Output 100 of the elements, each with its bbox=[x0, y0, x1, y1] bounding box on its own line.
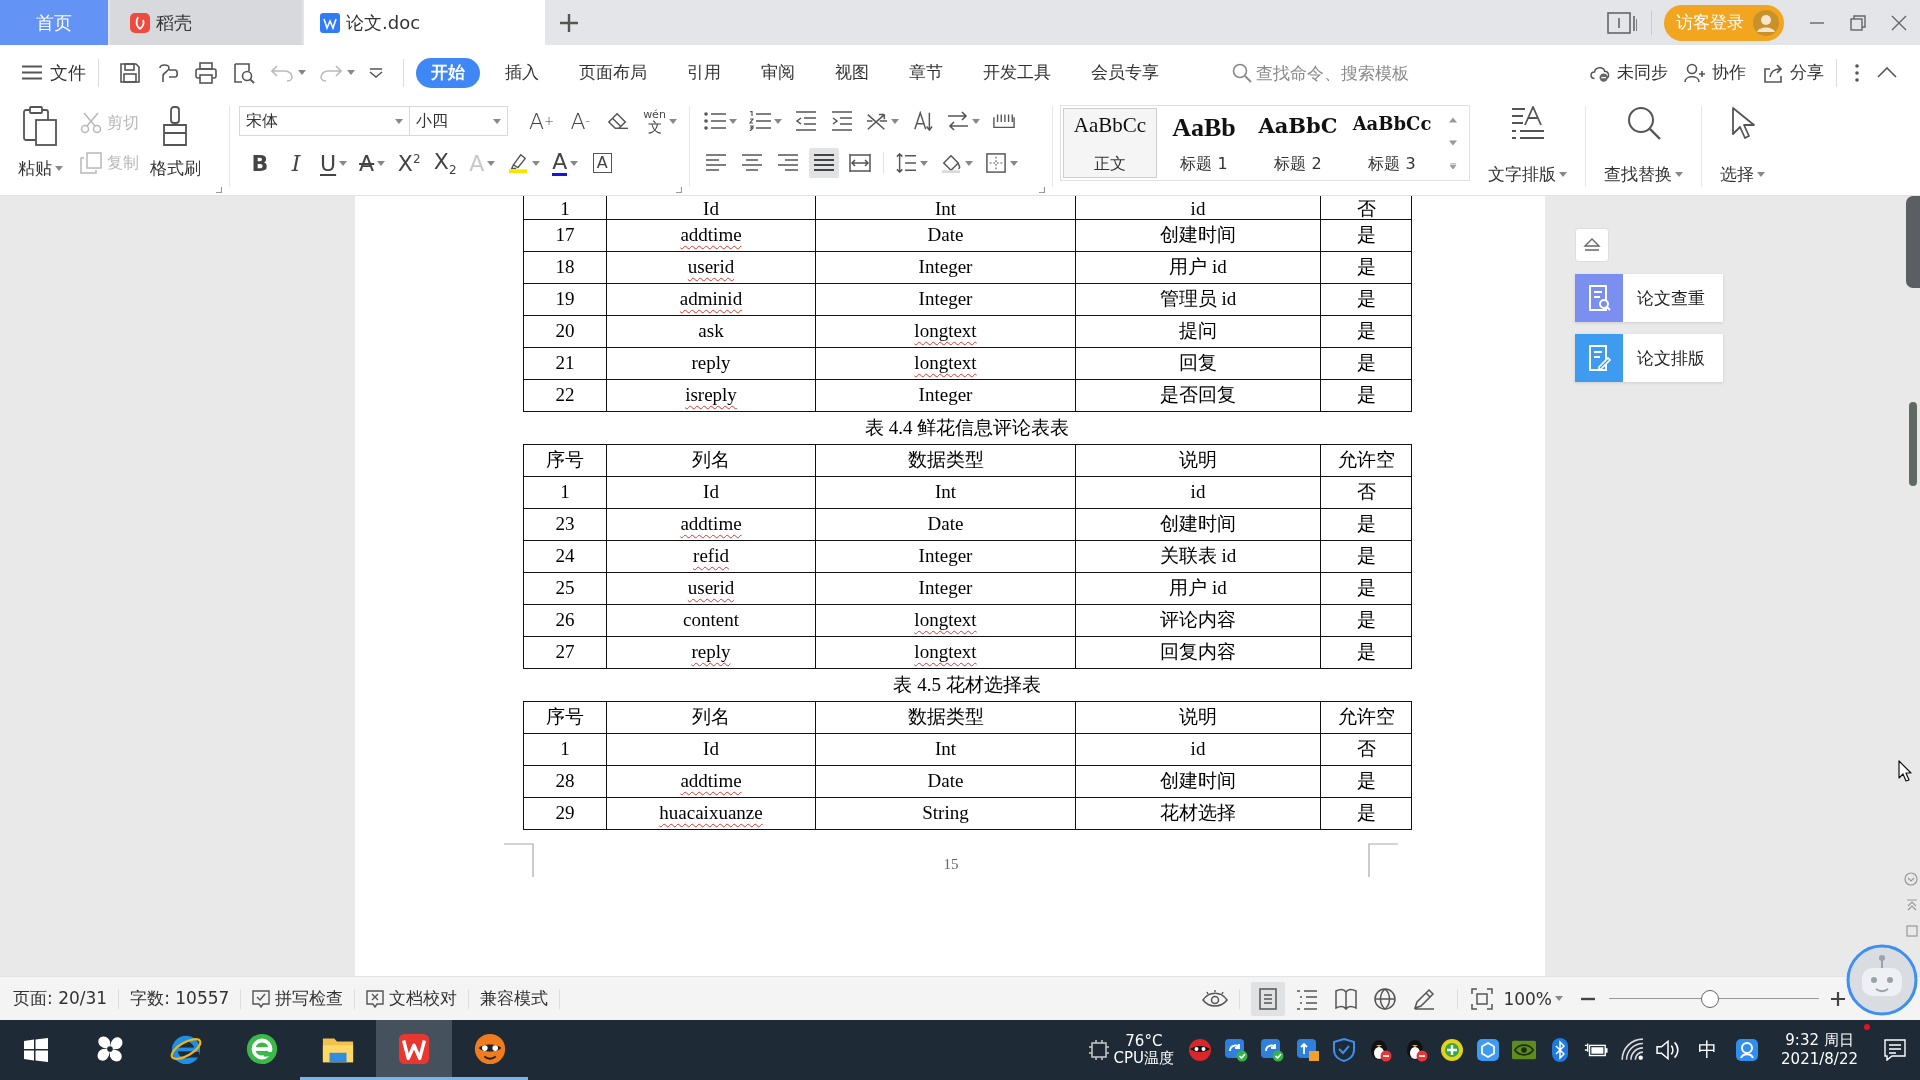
bold-button[interactable]: B bbox=[245, 148, 275, 178]
speaker-icon[interactable] bbox=[1656, 1038, 1681, 1062]
select-button[interactable]: 选择 bbox=[1716, 100, 1769, 194]
restore-icon[interactable] bbox=[1850, 14, 1866, 31]
find-replace-button[interactable]: 查找替换 bbox=[1600, 100, 1687, 194]
ribbon-tab[interactable]: 页面布局 bbox=[564, 57, 662, 88]
copy-icon bbox=[80, 152, 102, 174]
masked-face-icon[interactable] bbox=[1188, 1038, 1213, 1062]
clock-date[interactable]: 2021/8/22 bbox=[1781, 1050, 1858, 1069]
collaborate-button[interactable]: 协作 bbox=[1684, 61, 1746, 84]
hook-icon[interactable] bbox=[157, 61, 179, 84]
command-search-field[interactable]: 查找命令、搜索模板 bbox=[1256, 60, 1446, 85]
text-layout-button[interactable]: 文字排版 bbox=[1484, 100, 1571, 194]
proofread-button[interactable]: 文档校对 bbox=[366, 987, 458, 1010]
paper-layout-button[interactable]: 论文排版 bbox=[1575, 334, 1723, 382]
more-icon[interactable] bbox=[1855, 63, 1859, 82]
taskbar-app[interactable] bbox=[376, 1020, 452, 1080]
browser-icon bbox=[245, 1031, 279, 1066]
eye-icon[interactable] bbox=[1202, 988, 1229, 1009]
italic-button[interactable]: I bbox=[281, 148, 311, 178]
column-header: 说明 bbox=[1075, 701, 1321, 733]
sync-check-icon[interactable] bbox=[1260, 1038, 1285, 1062]
phonetic-guide-button[interactable]: wén 文 bbox=[641, 106, 679, 136]
penguin-icon[interactable] bbox=[1368, 1038, 1393, 1062]
windows-start-icon[interactable] bbox=[24, 1038, 48, 1062]
expand-gallery-icon[interactable] bbox=[1449, 163, 1457, 170]
hexagon-app-icon[interactable] bbox=[1476, 1038, 1501, 1062]
file-menu-button[interactable]: 文件 bbox=[22, 60, 86, 85]
style-option[interactable]: AaBbCc 标题 3 bbox=[1345, 108, 1439, 178]
shield-icon[interactable] bbox=[1332, 1038, 1357, 1062]
underline-button[interactable]: U bbox=[317, 148, 351, 178]
wifi-icon[interactable] bbox=[1620, 1038, 1645, 1062]
notification-icon[interactable] bbox=[1884, 1039, 1906, 1061]
plus-icon[interactable] bbox=[1831, 991, 1845, 1006]
font-name-dropdown[interactable]: 宋体 bbox=[239, 106, 410, 136]
fit-page-icon[interactable] bbox=[1471, 987, 1494, 1010]
ribbon-tab[interactable]: 视图 bbox=[820, 57, 884, 88]
format-painter-button[interactable]: 格式刷 bbox=[149, 104, 201, 186]
expand-corner-icon[interactable] bbox=[1039, 187, 1045, 193]
print-preview-icon[interactable] bbox=[233, 61, 255, 84]
ribbon-tab[interactable]: 开发工具 bbox=[968, 57, 1066, 88]
caret-icon bbox=[729, 118, 737, 124]
ribbon-tab[interactable]: 开始 bbox=[416, 57, 480, 88]
ribbon-tab[interactable]: 插入 bbox=[490, 57, 554, 88]
expand-corner-icon[interactable] bbox=[676, 187, 682, 193]
close-icon[interactable] bbox=[1891, 14, 1907, 31]
shrink-font-button[interactable]: A$^{-}$ bbox=[565, 106, 596, 136]
person-badge-icon[interactable] bbox=[1735, 1038, 1760, 1062]
table-caption: 表 4.4 鲜花信息评论表表 bbox=[863, 415, 1071, 440]
table-cell: 24 bbox=[523, 540, 607, 572]
style-option[interactable]: AaBbC 标题 2 bbox=[1251, 108, 1345, 178]
document-tab[interactable]: 稻壳 bbox=[110, 0, 302, 45]
input-method-indicator[interactable]: 中 bbox=[1698, 1037, 1718, 1063]
plagiarism-check-button[interactable]: 论文查重 bbox=[1575, 274, 1723, 322]
scroll-down-icon[interactable] bbox=[1449, 140, 1457, 146]
sync-button[interactable]: 未同步 bbox=[1589, 61, 1668, 84]
superscript-button[interactable]: X$^{2}$ bbox=[394, 148, 425, 178]
collapse-panel-icon[interactable] bbox=[1575, 228, 1609, 262]
ribbon-tab[interactable]: 会员专享 bbox=[1076, 57, 1174, 88]
style-option[interactable]: AaBb 标题 1 bbox=[1157, 108, 1251, 178]
character-border-button[interactable]: A bbox=[587, 148, 618, 178]
side-panel-handle[interactable] bbox=[1906, 196, 1920, 288]
sync-check-icon[interactable] bbox=[1224, 1038, 1249, 1062]
subscript-button[interactable]: X$_{2}$ bbox=[430, 148, 461, 178]
window-layout-icon[interactable] bbox=[1607, 11, 1637, 34]
upload-icon[interactable] bbox=[1296, 1038, 1321, 1062]
table-cell: 17 bbox=[523, 219, 607, 251]
column-header: 允许空 bbox=[1320, 444, 1412, 476]
expand-corner-icon[interactable] bbox=[216, 187, 222, 193]
print-icon[interactable] bbox=[195, 61, 217, 84]
zoom-level-dropdown[interactable]: 100% bbox=[1503, 988, 1563, 1009]
plus-circle-icon[interactable] bbox=[1440, 1038, 1465, 1062]
slider-thumb[interactable] bbox=[1700, 989, 1719, 1008]
paste-button[interactable]: 粘贴 bbox=[14, 104, 66, 186]
page-view-button[interactable] bbox=[1251, 981, 1286, 1016]
spell-check-button[interactable]: 拼写检查 bbox=[252, 987, 344, 1010]
document-tab[interactable]: 论文.doc bbox=[304, 0, 545, 45]
penguin-icon[interactable] bbox=[1404, 1038, 1429, 1062]
ribbon-tab[interactable]: 章节 bbox=[894, 57, 958, 88]
font-size-dropdown[interactable]: 小四 bbox=[410, 106, 508, 136]
zoom-slider[interactable] bbox=[1609, 989, 1819, 1008]
grow-font-button[interactable]: A$^{+}$ bbox=[526, 106, 558, 136]
scrollbar-thumb[interactable] bbox=[1909, 402, 1917, 486]
eye-logo-icon[interactable] bbox=[1512, 1038, 1537, 1062]
table-cell: 否 bbox=[1320, 476, 1412, 508]
strikethrough-button[interactable]: A bbox=[356, 148, 389, 178]
ribbon-tab[interactable]: 引用 bbox=[672, 57, 736, 88]
share-button[interactable]: 分享 bbox=[1762, 61, 1824, 84]
align-justify-button[interactable] bbox=[809, 148, 839, 178]
scroll-up-icon[interactable] bbox=[1449, 116, 1457, 123]
save-icon[interactable] bbox=[119, 61, 141, 84]
font-color-button[interactable]: A bbox=[549, 148, 582, 178]
table-cell: longtext bbox=[815, 347, 1076, 379]
chevron-down-icon[interactable] bbox=[369, 67, 383, 78]
ribbon-tab[interactable]: 审阅 bbox=[746, 57, 810, 88]
collapse-ribbon-icon[interactable] bbox=[1877, 67, 1897, 78]
clock-time[interactable]: 9:32 周日 bbox=[1785, 1031, 1854, 1050]
table-cell: 关联表 id bbox=[1075, 540, 1321, 572]
style-option[interactable]: AaBbCc 正文 bbox=[1063, 108, 1157, 178]
minus-icon[interactable] bbox=[1581, 996, 1595, 1001]
